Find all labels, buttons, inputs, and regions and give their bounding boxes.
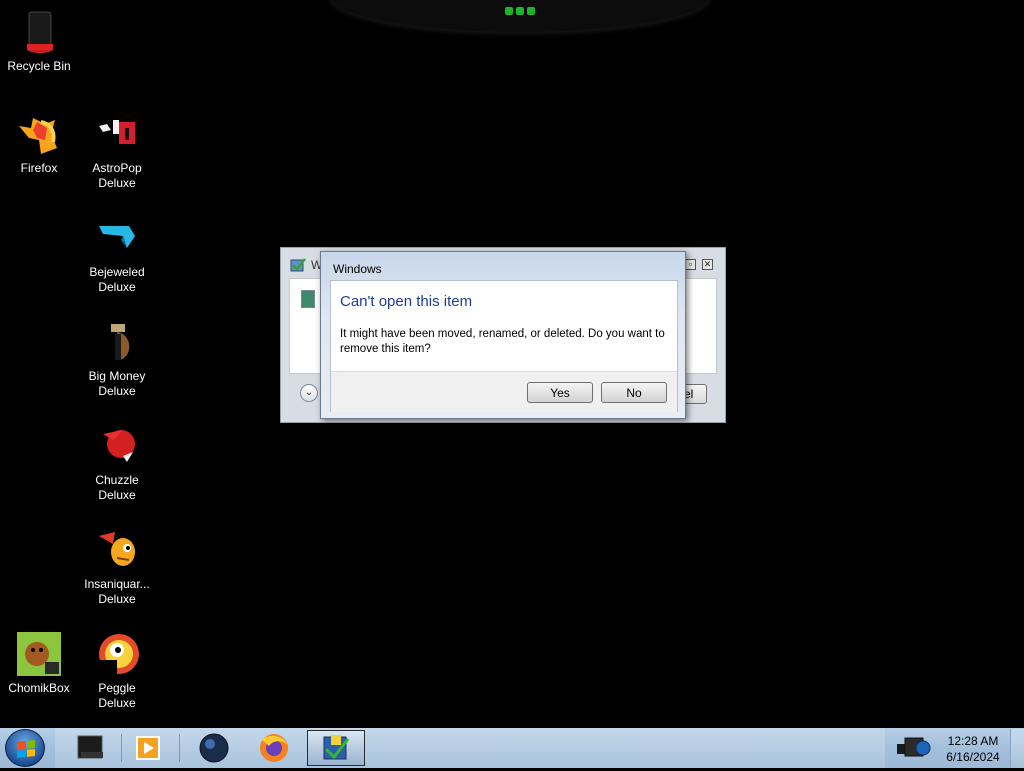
chomikbox-icon — [15, 630, 63, 678]
globe-icon — [199, 733, 229, 763]
windows-logo-icon — [17, 740, 35, 758]
clock-date: 6/16/2024 — [946, 750, 1000, 764]
peggle-icon — [93, 630, 141, 678]
desktop-icon-recycle-bin[interactable]: Recycle Bin — [0, 8, 78, 74]
dialog-footer: Yes No — [331, 371, 677, 412]
desktop-icon-chomikbox[interactable]: ChomikBox — [0, 630, 78, 696]
dialog-heading: Can't open this item — [340, 293, 473, 310]
taskbar-clock[interactable]: 12:28 AM 6/16/2024 — [940, 733, 1006, 765]
wallpaper-arc — [330, 0, 710, 32]
firefox-icon — [260, 734, 288, 762]
details-chevron-icon[interactable]: ⌄ — [300, 384, 318, 402]
insaniquarium-icon — [93, 526, 141, 574]
taskbar — [0, 728, 1024, 768]
taskbar-buttons — [55, 728, 885, 768]
start-button[interactable] — [5, 729, 45, 767]
network-icon[interactable] — [891, 736, 931, 760]
desktop-icon-chuzzle[interactable]: Chuzzle Deluxe — [78, 422, 156, 503]
desktop-icon-firefox[interactable]: Firefox — [0, 110, 78, 176]
taskbar-media-player-button[interactable] — [119, 730, 177, 766]
file-icon — [301, 290, 315, 308]
game-window-icon — [323, 735, 350, 760]
yes-button[interactable]: Yes — [527, 382, 593, 403]
astropop-icon — [93, 110, 141, 158]
program-compatibility-icon — [290, 257, 306, 273]
dialog-content: Can't open this item It might have been … — [330, 280, 678, 412]
desktop-icon-peggle[interactable]: Peggle Deluxe — [78, 630, 156, 711]
desktop-icon-astropop[interactable]: AstroPop Deluxe — [78, 110, 156, 191]
dialog-caption: Windows — [333, 262, 382, 276]
taskbar-firefox-button[interactable] — [245, 730, 303, 766]
big-money-icon — [93, 318, 141, 366]
maximize-button[interactable]: ▫ — [685, 259, 696, 270]
explorer-icon — [77, 735, 103, 759]
no-button[interactable]: No — [601, 382, 667, 403]
firefox-icon — [15, 110, 63, 158]
clock-time: 12:28 AM — [947, 734, 999, 748]
taskbar-active-window-button[interactable] — [307, 730, 365, 766]
bejeweled-icon — [93, 214, 141, 262]
media-player-icon — [136, 736, 160, 760]
taskbar-globe-button[interactable] — [185, 730, 243, 766]
desktop-icon-bejeweled[interactable]: Bejeweled Deluxe — [78, 214, 156, 295]
close-button[interactable]: ✕ — [702, 259, 713, 270]
wallpaper-lights — [497, 7, 543, 17]
show-desktop-button[interactable] — [1010, 729, 1024, 768]
desktop-icon-insaniquarium[interactable]: Insaniquar... Deluxe — [78, 526, 156, 607]
cant-open-item-dialog: Windows Can't open this item It might ha… — [320, 251, 686, 419]
chuzzle-icon — [93, 422, 141, 470]
dialog-message: It might have been moved, renamed, or de… — [340, 328, 665, 355]
desktop-icon-big-money[interactable]: Big Money Deluxe — [78, 318, 156, 399]
recycle-bin-icon — [15, 8, 63, 56]
taskbar-explorer-button[interactable] — [61, 730, 119, 766]
